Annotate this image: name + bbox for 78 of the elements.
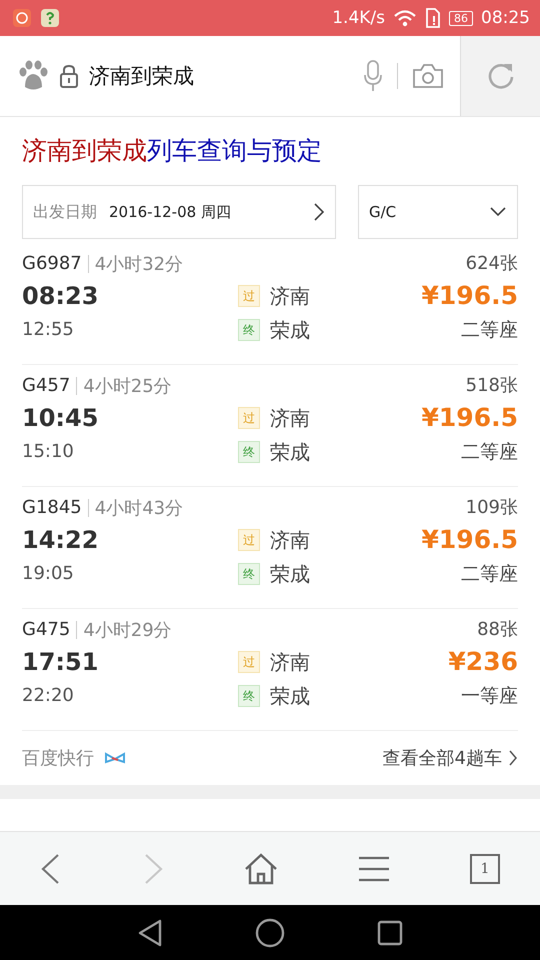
station-badge: 终 — [238, 319, 260, 341]
refresh-icon — [486, 61, 516, 91]
menu-button[interactable] — [358, 854, 390, 882]
departure-time: 14:22 — [22, 525, 100, 556]
arrival-time: 15:10 — [22, 440, 75, 464]
train-type-dropdown[interactable]: G/C — [358, 185, 518, 239]
tickets-left: 624张 — [466, 252, 518, 276]
wifi-icon — [393, 9, 417, 27]
address-query[interactable]: 济南到荣成 — [89, 62, 353, 90]
network-speed: 1.4K/s — [332, 8, 385, 28]
clock: 08:25 — [481, 8, 530, 28]
ticket-price: ¥196.5 — [422, 402, 518, 434]
train-row[interactable]: G6987 4小时32分 08:23 12:55 过 济南 终 荣成 624张 ¥196.5 二等座 — [22, 243, 518, 365]
tickets-left: 109张 — [466, 496, 518, 520]
ticket-price: ¥196.5 — [422, 524, 518, 556]
station-badge: 终 — [238, 685, 260, 707]
tickets-left: 88张 — [477, 618, 518, 642]
station-badge: 终 — [238, 563, 260, 585]
trip-duration: 4小时32分 — [94, 253, 184, 276]
recents-icon[interactable] — [377, 920, 403, 946]
station-name: 济南 — [270, 404, 310, 432]
ticket-price: ¥236 — [448, 646, 518, 678]
station-badge: 过 — [238, 407, 260, 429]
station-badge: 过 — [238, 651, 260, 673]
view-all-link[interactable]: 查看全部4趟车 — [382, 746, 518, 770]
ticket-price: ¥196.5 — [422, 280, 518, 312]
trip-duration: 4小时43分 — [94, 497, 184, 520]
station-name: 荣成 — [270, 438, 310, 466]
chevron-right-icon — [313, 202, 325, 222]
menu-icon — [358, 854, 390, 882]
sim-card-icon — [425, 8, 441, 28]
lock-icon — [59, 64, 79, 88]
home-button[interactable] — [244, 852, 278, 884]
camera-icon — [412, 63, 444, 89]
station-name: 荣成 — [270, 560, 310, 588]
station-name: 济南 — [270, 282, 310, 310]
trip-duration: 4小时29分 — [82, 619, 172, 642]
app-notification-icon — [12, 8, 32, 28]
station-name: 济南 — [270, 526, 310, 554]
train-row[interactable]: G1845 4小时43分 14:22 19:05 过 济南 终 荣成 109张 ¥196.5 二等座 — [22, 487, 518, 609]
date-selector[interactable]: 出发日期 2016-12-08 周四 — [22, 185, 336, 239]
station-name: 济南 — [270, 648, 310, 676]
train-row[interactable]: G475 4小时29分 17:51 22:20 过 济南 终 荣成 88张 ¥236 一等座 — [22, 609, 518, 731]
arrival-time: 12:55 — [22, 318, 75, 342]
chevron-down-icon — [489, 206, 507, 218]
trip-duration: 4小时25分 — [82, 375, 172, 398]
station-name: 荣成 — [270, 682, 310, 710]
seat-class: 二等座 — [461, 562, 518, 587]
station-name: 荣成 — [270, 316, 310, 344]
seat-class: 二等座 — [461, 318, 518, 343]
station-badge: 终 — [238, 441, 260, 463]
page-title: 济南到荣成列车查询与预定 — [22, 135, 323, 167]
seat-class: 一等座 — [461, 684, 518, 709]
back-icon[interactable] — [137, 918, 163, 948]
microphone-icon — [363, 60, 383, 92]
battery-level: 86 — [449, 10, 473, 26]
chevron-right-icon — [508, 749, 518, 767]
departure-time: 10:45 — [22, 403, 100, 434]
tickets-left: 518张 — [466, 374, 518, 398]
home-icon[interactable] — [255, 918, 285, 948]
train-number: G6987 — [22, 255, 89, 273]
tabs-button[interactable]: 1 — [470, 854, 500, 884]
train-number: G457 — [22, 377, 78, 395]
train-number: G1845 — [22, 499, 89, 517]
app-notification-icon — [40, 8, 60, 28]
arrival-time: 22:20 — [22, 684, 75, 708]
seat-class: 二等座 — [461, 440, 518, 465]
train-number: G475 — [22, 621, 78, 639]
paw-logo-icon — [17, 60, 49, 92]
arrival-time: 19:05 — [22, 562, 75, 586]
station-badge: 过 — [238, 529, 260, 551]
station-badge: 过 — [238, 285, 260, 307]
bowtie-logo-icon — [104, 751, 126, 765]
train-row[interactable]: G457 4小时25分 10:45 15:10 过 济南 终 荣成 518张 ¥196.5 二等座 — [22, 365, 518, 487]
brand-name: 百度快行 — [22, 747, 94, 770]
departure-time: 08:23 — [22, 281, 100, 312]
departure-time: 17:51 — [22, 647, 100, 678]
home-icon — [244, 852, 278, 884]
